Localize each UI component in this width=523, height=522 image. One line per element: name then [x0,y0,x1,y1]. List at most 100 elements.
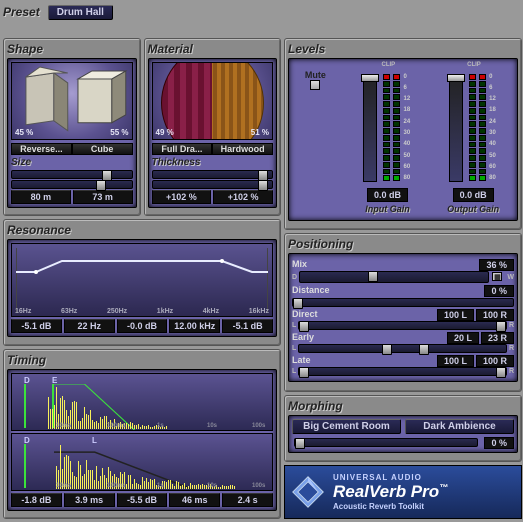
timing-val[interactable]: 2.4 s [222,493,273,507]
timing-tick: 1s [157,483,164,489]
timing-tick: 100ms [107,483,126,489]
material-title: Material [148,42,278,56]
reso-val[interactable]: 22 Hz [64,319,115,333]
timing-tick: 100ms [107,423,126,429]
thickness-left-val[interactable]: +102 % [152,190,212,204]
clip-label: CLIP [467,62,481,68]
timing-plot-late[interactable]: D L 10ms 100ms 1s 10s 100s [11,433,273,491]
late-slider[interactable] [298,367,507,376]
morph-slider[interactable] [294,438,478,447]
timing-tick: 10ms [56,483,71,489]
output-gain-slider[interactable] [449,74,463,182]
direct-l[interactable]: 100 L [437,309,474,321]
mute-label: Mute [305,70,326,80]
timing-tick: 10s [207,423,217,429]
timing-val[interactable]: -1.8 dB [11,493,62,507]
timing-tick: 10ms [56,423,71,429]
timing-tick: 100s [252,483,265,489]
material-left-pct: 49 % [156,128,174,137]
timing-tick: 10s [207,483,217,489]
thickness-slider-2[interactable] [152,180,274,189]
preset-label: Preset [3,5,40,19]
morph-b[interactable]: Dark Ambience [405,419,514,434]
reso-tick: 1kHz [157,308,173,315]
distance-slider[interactable] [292,298,514,307]
reso-val[interactable]: -0.0 dB [117,319,168,333]
thickness-slider-1[interactable] [152,170,274,179]
timing-val[interactable]: 3.9 ms [64,493,115,507]
output-meter: CLIP 061218243040506080 [445,70,501,186]
input-gain-value[interactable]: 0.0 dB [367,188,408,202]
resonance-plot[interactable]: 16Hz 63Hz 250Hz 1kHz 4kHz 16kHz [11,243,273,317]
timing-tick: 1s [157,423,164,429]
positioning-title: Positioning [288,237,518,251]
material-viz[interactable]: 49 % 51 % [152,62,274,140]
morphing-title: Morphing [288,399,518,413]
early-r[interactable]: 23 R [481,332,514,344]
input-gain-slider[interactable] [363,74,377,182]
morphing-panel: Morphing Big Cement Room Dark Ambience 0… [284,395,522,463]
early-l[interactable]: 20 L [447,332,479,344]
direct-r[interactable]: 100 R [476,309,514,321]
timing-val[interactable]: 46 ms [169,493,220,507]
output-gain-value[interactable]: 0.0 dB [453,188,494,202]
mix-lock-icon[interactable]: ▦ [492,272,502,281]
resonance-title: Resonance [7,223,277,237]
size-slider-2[interactable] [11,180,133,189]
reso-val[interactable]: -5.1 dB [222,319,273,333]
material-right-name[interactable]: Hardwood [212,143,273,155]
resonance-panel: Resonance 16Hz 63Hz 250Hz 1kHz 4kHz 16kH… [3,219,281,346]
mix-value[interactable]: 36 % [479,259,514,271]
brand-tagline: Acoustic Reverb Toolkit [333,502,448,511]
shape-left-pct: 45 % [15,128,33,137]
early-slider[interactable] [298,344,507,353]
size-label: Size [11,157,133,168]
input-gain-thumb[interactable] [361,74,379,82]
brand-company: UNIVERSAL AUDIO [333,473,448,482]
timing-panel: Timing D E 10ms 100ms 1s 10s 100s [3,349,281,520]
levels-title: Levels [288,42,518,56]
reso-val[interactable]: -5.1 dB [11,319,62,333]
mix-label: Mix [292,259,307,271]
shape-panel: Shape 45 % 55 % Reverse... Cube Size [3,38,141,217]
timing-title: Timing [7,353,277,367]
shape-viz[interactable]: 45 % 55 % [11,62,133,140]
reso-tick: 250Hz [107,308,127,315]
material-left-name[interactable]: Full Dra... [152,143,213,155]
direct-label: Direct [292,309,318,321]
early-label: Early [292,332,314,344]
mute-checkbox[interactable] [310,80,320,90]
morph-a[interactable]: Big Cement Room [292,419,401,434]
output-gain-thumb[interactable] [447,74,465,82]
reso-tick: 4kHz [203,308,219,315]
late-r[interactable]: 100 R [476,355,514,367]
input-gain-label: Input Gain [365,204,410,214]
size-right-val[interactable]: 73 m [73,190,133,204]
brand-logo-icon [291,475,325,509]
brand-product: RealVerb Pro [333,482,439,501]
positioning-panel: Positioning Mix36 % D▦W Distance0 % Dire… [284,233,522,392]
clip-label: CLIP [381,62,395,68]
distance-label: Distance [292,285,330,297]
timing-tick: 100s [252,423,265,429]
thickness-right-val[interactable]: +102 % [213,190,273,204]
size-slider-1[interactable] [11,170,133,179]
shape-left-name[interactable]: Reverse... [11,143,72,155]
size-left-val[interactable]: 80 m [11,190,71,204]
shape-right-name[interactable]: Cube [72,143,133,155]
reso-val[interactable]: 12.00 kHz [169,319,220,333]
reso-tick: 63Hz [61,308,77,315]
late-label: Late [292,355,311,367]
material-panel: Material 49 % 51 % Full Dra... [144,38,282,217]
preset-value[interactable]: Drum Hall [48,5,113,20]
shape-title: Shape [7,42,137,56]
distance-value[interactable]: 0 % [484,285,514,297]
late-l[interactable]: 100 L [437,355,474,367]
direct-slider[interactable] [298,321,507,330]
levels-panel: Levels Mute CLIP 06121824 [284,38,522,231]
timing-plot-early[interactable]: D E 10ms 100ms 1s 10s 100s [11,373,273,431]
brand-banner: UNIVERSAL AUDIO RealVerb Pro™ Acoustic R… [284,465,522,519]
morph-value[interactable]: 0 % [484,437,514,449]
timing-val[interactable]: -5.5 dB [117,493,168,507]
mix-slider[interactable]: ▦ [299,271,489,283]
